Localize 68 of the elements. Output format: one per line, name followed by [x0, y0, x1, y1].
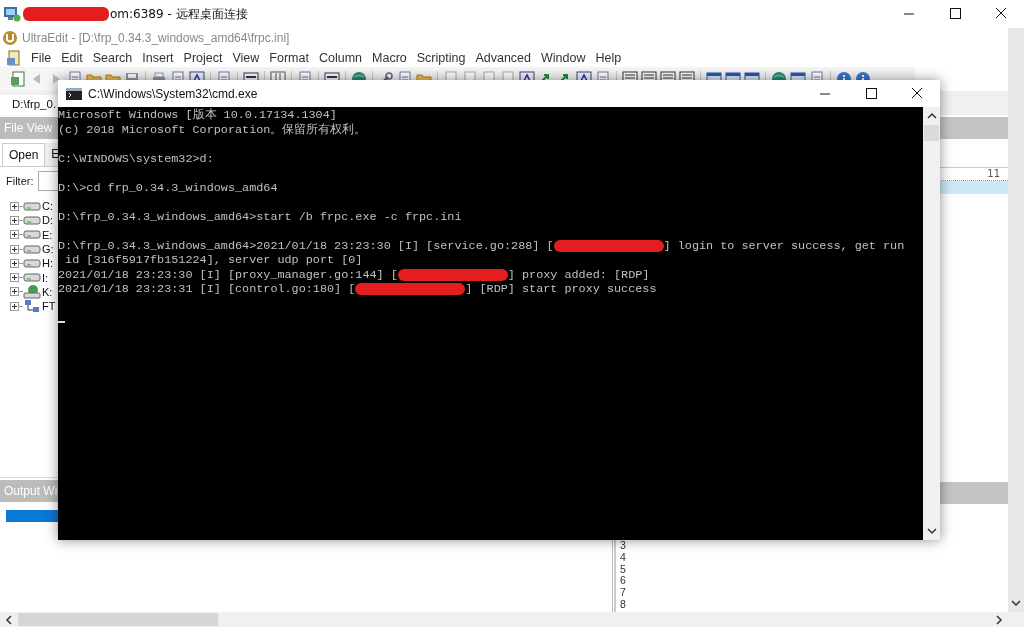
- window-title: om:6389 - 远程桌面连接: [110, 5, 248, 23]
- line-number: 6: [620, 575, 627, 588]
- menu-item[interactable]: Column: [313, 50, 368, 65]
- tree-item[interactable]: FT: [42, 300, 56, 313]
- tree-item[interactable]: H:: [42, 257, 53, 270]
- console-text: id [316f5917fb151224], server udp port [0]: [64, 253, 363, 268]
- console-text: D:\frp_0.34.3_windows_amd64>2021/01/18 23:23:30 [I] [service.go:288] [: [58, 238, 554, 253]
- menu-item[interactable]: Search: [87, 50, 138, 65]
- scroll-down-icon[interactable]: [1010, 598, 1022, 608]
- menu-item[interactable]: Help: [590, 50, 627, 65]
- scroll-down-icon[interactable]: [925, 526, 938, 536]
- ruler-label: 11: [987, 168, 1000, 180]
- tree-item[interactable]: E:: [42, 228, 53, 241]
- scroll-thumb[interactable]: [924, 125, 939, 141]
- line-number: 4: [620, 551, 627, 564]
- expand-icon[interactable]: [10, 301, 19, 311]
- line-number: 5: [620, 563, 627, 576]
- expand-icon[interactable]: [10, 215, 19, 225]
- expand-icon[interactable]: [10, 230, 19, 240]
- console-text: D:\>cd frp_0.34.3_windows_amd64: [58, 180, 278, 195]
- console-text: D:\frp_0.34.3_windows_amd64>start /b frpc.exe -c frpc.ini: [58, 209, 462, 224]
- tree-item[interactable]: C:: [42, 200, 53, 213]
- filter-label: Filter:: [6, 175, 34, 187]
- app-logo-icon: [2, 30, 18, 46]
- menu-item[interactable]: File: [26, 50, 57, 65]
- console-text: (c) 2018 Microsoft Corporation。保留所有权利。: [58, 122, 367, 137]
- scroll-thumb[interactable]: [18, 613, 218, 626]
- console-text: ] proxy added: [RDP]: [507, 267, 650, 282]
- expand-icon[interactable]: [10, 287, 19, 297]
- scroll-left-icon[interactable]: [4, 613, 14, 626]
- scrollbar[interactable]: [923, 107, 940, 540]
- menu-item[interactable]: Scripting: [411, 50, 471, 65]
- tree-item[interactable]: I:: [42, 271, 49, 284]
- console-text: ] login to server success, get run: [663, 238, 905, 253]
- network-drive-icon: [23, 284, 41, 300]
- expand-icon[interactable]: [10, 244, 19, 254]
- console-text: 2021/01/18 23:23:30 [I] [proxy_manager.go:144] [: [58, 267, 398, 282]
- window-title: UltraEdit - [D:\frp_0.34.3_windows_amd64\frpc.ini]: [22, 31, 290, 45]
- scrollbar[interactable]: [0, 612, 1024, 627]
- network-icon: [23, 298, 41, 314]
- line-number: 7: [620, 587, 627, 599]
- scroll-up-icon[interactable]: [925, 111, 938, 121]
- scroll-right-icon[interactable]: [994, 613, 1004, 626]
- menu-item[interactable]: Edit: [56, 50, 88, 65]
- menu-item[interactable]: Window: [536, 50, 591, 65]
- menu-item[interactable]: Project: [178, 50, 228, 65]
- document-icon: [6, 49, 22, 66]
- menu-item[interactable]: Advanced: [470, 50, 536, 65]
- document-icon[interactable]: [10, 71, 26, 87]
- panel-tab[interactable]: Open: [2, 143, 46, 166]
- menu-item[interactable]: Macro: [367, 50, 412, 65]
- line-number: 8: [620, 599, 627, 611]
- menu-item[interactable]: View: [227, 50, 265, 65]
- tree-item[interactable]: G:: [42, 243, 54, 256]
- expand-icon[interactable]: [10, 273, 19, 283]
- console-text: 2021/01/18 23:23:31 [I] [control.go:180] [: [58, 282, 356, 297]
- expand-icon[interactable]: [10, 201, 19, 211]
- menu-item[interactable]: Insert: [137, 50, 179, 65]
- computer-icon: [3, 6, 21, 22]
- line-number: 3: [620, 540, 627, 552]
- menu-item[interactable]: Format: [264, 50, 314, 65]
- tree-item[interactable]: D:: [42, 214, 53, 227]
- console-text: ] [RDP] start proxy success: [465, 282, 657, 297]
- expand-icon[interactable]: [10, 258, 19, 268]
- tree-item[interactable]: K:: [42, 285, 53, 298]
- scrollbar[interactable]: [1008, 28, 1024, 612]
- console-icon: [66, 87, 82, 100]
- window-title: C:\Windows\System32\cmd.exe: [88, 86, 258, 101]
